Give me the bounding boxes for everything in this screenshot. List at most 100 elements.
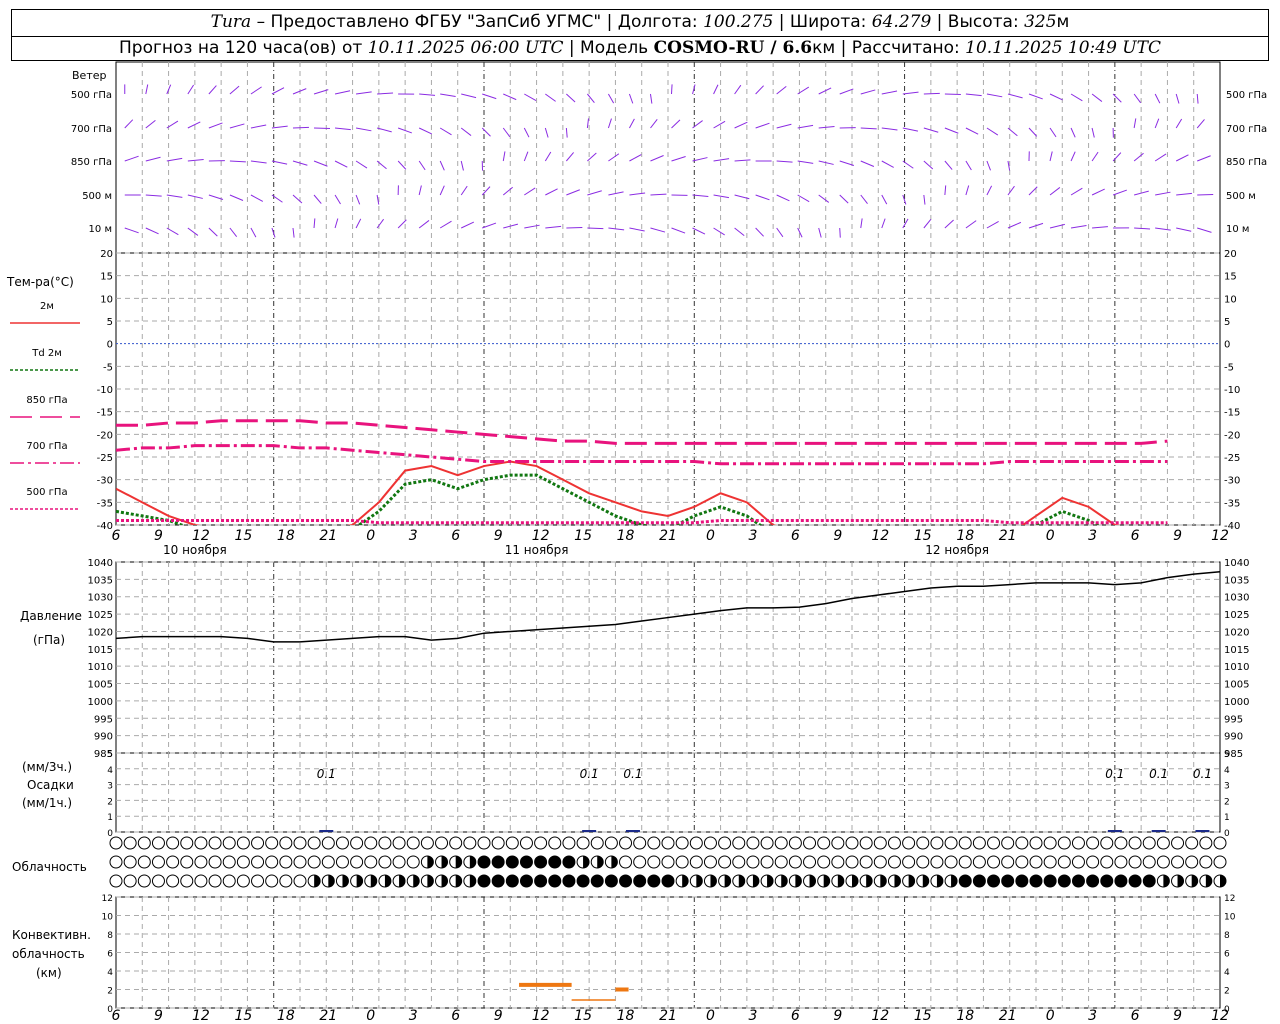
pres-tick-label: 1005 bbox=[88, 680, 113, 691]
cloud-cover-symbol bbox=[477, 855, 491, 869]
cloud-half-fill bbox=[951, 875, 958, 887]
cloud-half-fill bbox=[908, 875, 915, 887]
cloud-half-fill bbox=[441, 875, 448, 887]
cloud-cover-symbol bbox=[1029, 855, 1043, 869]
cloud-cover-symbol bbox=[859, 855, 873, 869]
cloud-cover-symbol bbox=[760, 836, 774, 850]
cloud-cover-symbol bbox=[1156, 836, 1170, 850]
cloud-cover-symbol bbox=[831, 836, 845, 850]
wind-barb bbox=[986, 160, 991, 171]
wind-barb bbox=[839, 227, 841, 238]
cloud-cover-symbol bbox=[420, 836, 434, 850]
cloud-cover-symbol bbox=[887, 836, 901, 850]
wind-barb bbox=[439, 160, 445, 171]
wind-level-label-right: 850 гПа bbox=[1226, 157, 1267, 168]
cloud-cover-symbol bbox=[477, 836, 491, 850]
time-tick-label: 9 bbox=[154, 528, 163, 544]
wind-barb bbox=[250, 227, 257, 238]
wind-barb bbox=[1007, 93, 1023, 99]
temp-tick-label-right: 5 bbox=[1224, 317, 1230, 328]
wind-barb bbox=[1154, 118, 1160, 129]
cloud-cover-symbol bbox=[661, 836, 675, 850]
wind-barb bbox=[461, 93, 477, 99]
wind-barb bbox=[629, 192, 646, 196]
time-tick-label: 6 bbox=[451, 528, 460, 544]
cloud-half-fill bbox=[1163, 875, 1170, 887]
cloud-cover-symbol bbox=[519, 836, 533, 850]
time-tick-label: 12 bbox=[532, 528, 550, 544]
cloud-cover-symbol bbox=[151, 874, 165, 888]
wind-barb bbox=[860, 127, 877, 130]
wind-barb bbox=[1155, 191, 1171, 196]
cloud-cover-symbol bbox=[675, 836, 689, 850]
cloud-cover-symbol bbox=[123, 836, 137, 850]
time-tick-label-bottom: 9 bbox=[494, 1008, 503, 1024]
time-tick-label-bottom: 3 bbox=[409, 1008, 418, 1024]
cloud-cover-symbol bbox=[1213, 855, 1227, 869]
wind-barb bbox=[229, 194, 244, 201]
time-tick-label-bottom: 15 bbox=[914, 1008, 932, 1024]
cloud-cover-symbol bbox=[916, 855, 930, 869]
wind-level-label: 850 гПа bbox=[71, 157, 112, 168]
cloud-cover-symbol bbox=[236, 874, 250, 888]
precip-value-label: 0.1 bbox=[623, 767, 642, 781]
conv-tick-label-right: 2 bbox=[1224, 987, 1230, 997]
cloud-cover-symbol bbox=[1057, 855, 1071, 869]
wind-barb bbox=[965, 220, 977, 229]
wind-barb bbox=[334, 90, 351, 95]
wind-barb bbox=[881, 127, 898, 131]
cloud-cover-symbol bbox=[293, 855, 307, 869]
wind-barb bbox=[502, 186, 513, 196]
time-tick-label-bottom: 3 bbox=[748, 1008, 757, 1024]
wind-barb bbox=[1049, 127, 1057, 138]
wind-barb bbox=[460, 127, 472, 136]
wind-barb bbox=[334, 160, 348, 168]
cloud-cover-symbol bbox=[548, 836, 562, 850]
cloud-cover-symbol bbox=[1199, 836, 1213, 850]
cloud-half-fill bbox=[427, 875, 434, 887]
conv-tick-label: 8 bbox=[107, 931, 113, 941]
wind-barb bbox=[923, 219, 932, 229]
precip-tick-label-right: 2 bbox=[1224, 797, 1230, 807]
cloud-cover-symbol bbox=[166, 836, 180, 850]
temp-tick-label-right: 10 bbox=[1224, 294, 1237, 305]
wind-level-label-right: 10 м bbox=[1226, 224, 1249, 235]
wind-barb bbox=[502, 151, 506, 162]
wind-barb bbox=[755, 122, 770, 129]
wind-barb bbox=[776, 194, 790, 202]
wind-barb bbox=[902, 160, 914, 169]
wind-barb bbox=[607, 93, 615, 104]
time-tick-label: 9 bbox=[1173, 528, 1182, 544]
cloud-cover-symbol bbox=[1071, 874, 1085, 888]
wind-barb bbox=[166, 157, 183, 162]
cloud-cover-symbol bbox=[265, 874, 279, 888]
wind-barb bbox=[229, 227, 238, 238]
precip-tick-label: 1 bbox=[107, 813, 113, 823]
pres-tick-label: 1020 bbox=[88, 627, 113, 638]
cloud-cover-symbol bbox=[873, 855, 887, 869]
time-tick-label: 6 bbox=[791, 528, 800, 544]
cloud-cover-symbol bbox=[987, 855, 1001, 869]
precip-value-label: 0.1 bbox=[1149, 767, 1168, 781]
wind-barb bbox=[250, 86, 262, 95]
wind-barb bbox=[923, 194, 926, 205]
cloud-half-fill bbox=[1177, 875, 1184, 887]
wind-barb bbox=[608, 191, 624, 196]
cloud-cover-symbol bbox=[1015, 874, 1029, 888]
wind-barb bbox=[1176, 227, 1192, 232]
time-tick-label-bottom: 9 bbox=[154, 1008, 163, 1024]
temp-legend-label: 850 гПа bbox=[26, 395, 67, 406]
cloud-cover-symbol bbox=[251, 874, 265, 888]
pres-tick-label-right: 990 bbox=[1224, 732, 1243, 743]
wind-barb bbox=[1070, 127, 1076, 138]
wind-barb bbox=[608, 227, 625, 231]
wind-barb bbox=[881, 194, 888, 205]
wind-barb bbox=[1070, 93, 1083, 102]
conv-tick-label: 4 bbox=[107, 968, 113, 978]
temp-tick-label: -40 bbox=[97, 521, 113, 532]
wind-barb bbox=[818, 194, 830, 203]
temp-tick-label-right: -40 bbox=[1224, 521, 1240, 532]
cloud-cover-symbol bbox=[449, 836, 463, 850]
wind-barb bbox=[839, 88, 854, 95]
wind-barb bbox=[944, 160, 953, 170]
